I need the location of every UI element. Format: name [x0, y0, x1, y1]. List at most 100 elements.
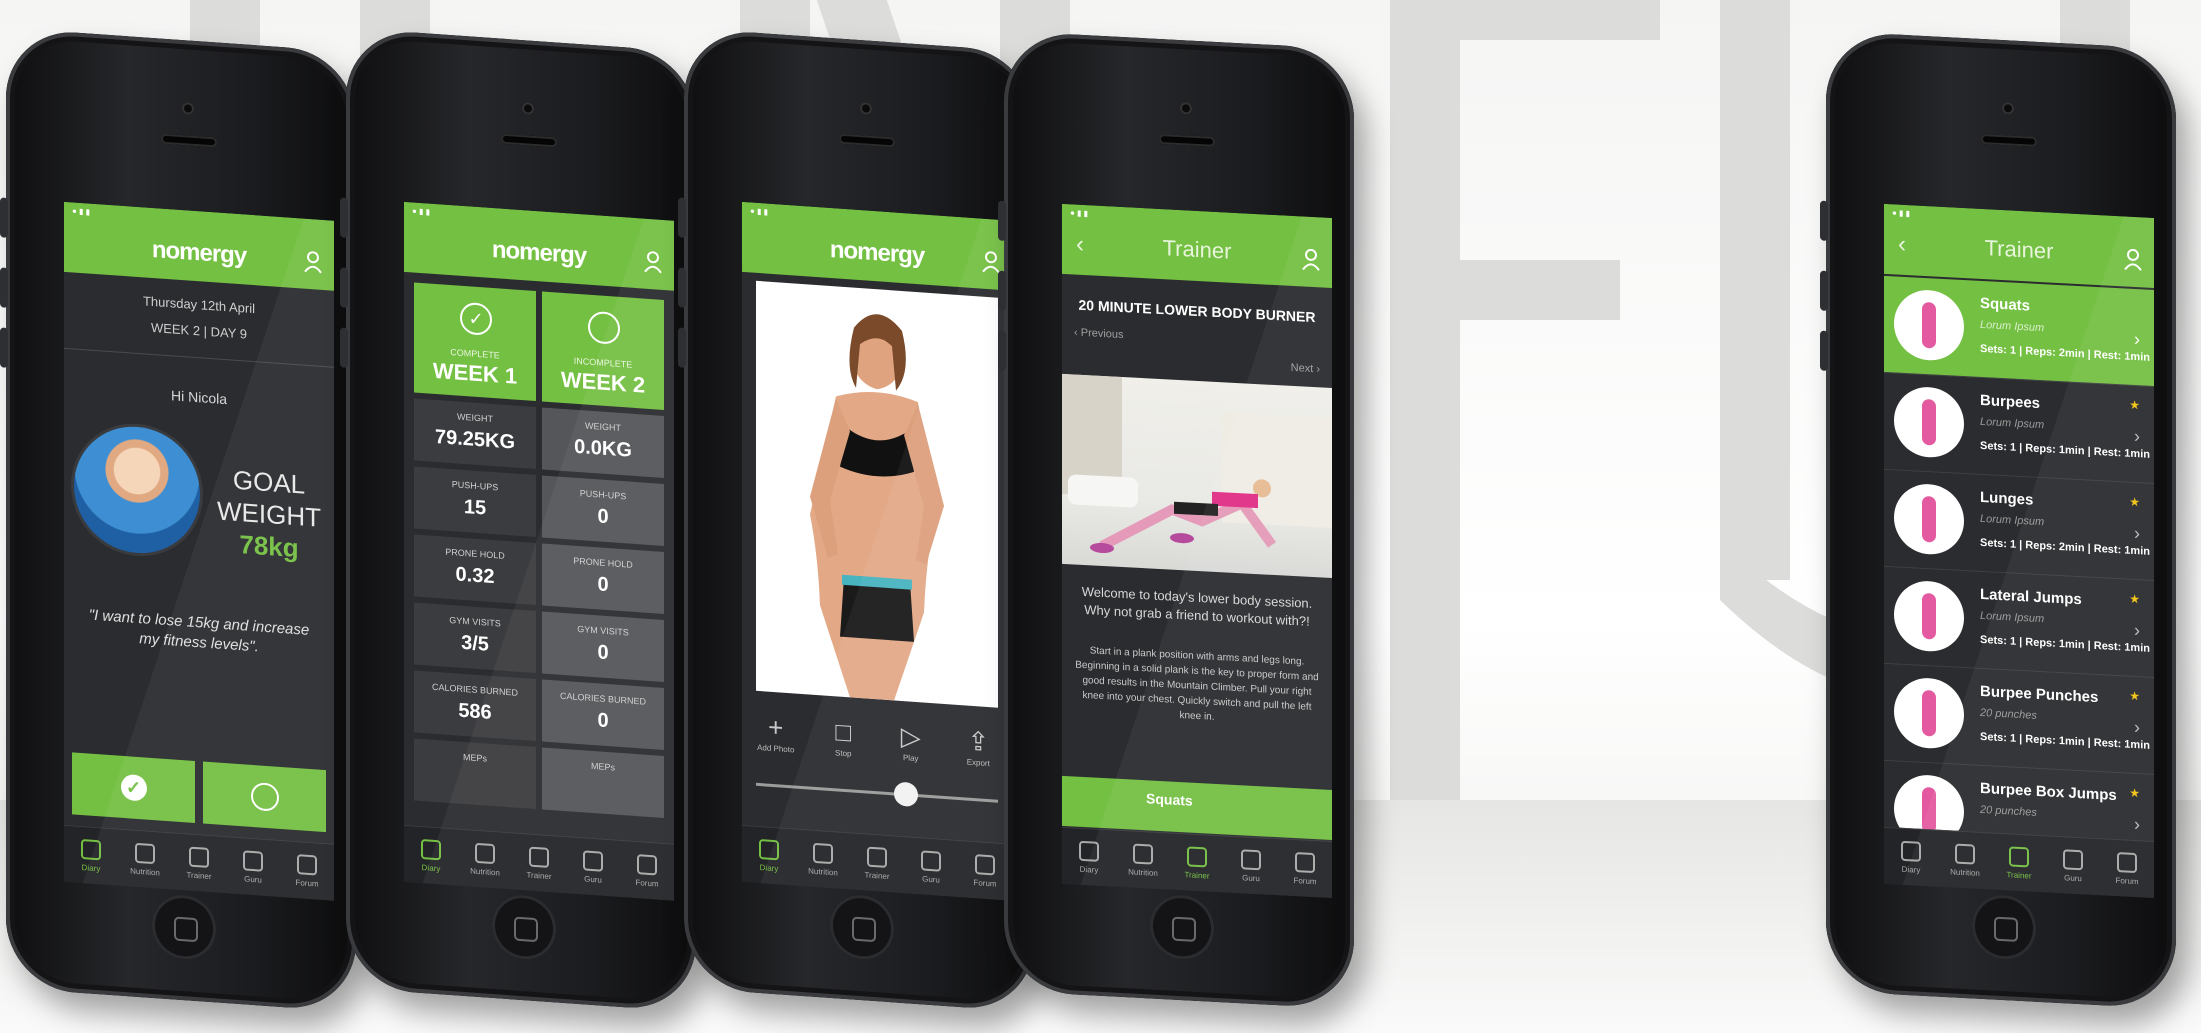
- previous-link[interactable]: ‹ Previous: [1074, 326, 1124, 341]
- stat-value: 0: [597, 709, 609, 733]
- stat-cell-week2[interactable]: MEPs: [542, 747, 664, 818]
- tool-add-photo[interactable]: + Add Photo: [746, 710, 806, 755]
- exercise-list-item[interactable]: Burpee Box Jumps 20 punches ★ ›: [1884, 760, 2154, 873]
- home-button[interactable]: [1150, 893, 1214, 961]
- stat-cell-week1[interactable]: WEIGHT 79.25KG: [414, 398, 536, 470]
- stat-label: MEPs: [590, 760, 615, 773]
- profile-icon[interactable]: [1302, 248, 1320, 271]
- home-button[interactable]: [152, 892, 216, 962]
- incomplete-button[interactable]: [203, 761, 326, 833]
- progress-photo[interactable]: [756, 280, 998, 708]
- stat-cell-week2[interactable]: PUSH-UPS 0: [542, 475, 664, 546]
- home-button[interactable]: [1972, 893, 2036, 961]
- forum-icon: [1295, 851, 1315, 873]
- tab-trainer[interactable]: Trainer: [852, 845, 902, 881]
- exercise-list-item[interactable]: Burpee Punches 20 punches Sets: 1 | Reps: …: [1884, 663, 2154, 776]
- stop-icon: □: [835, 716, 852, 748]
- front-camera: [860, 102, 872, 115]
- star-icon[interactable]: ★: [2129, 495, 2140, 510]
- exercise-list-item[interactable]: Squats Lorum Ipsum Sets: 1 | Reps: 2min | …: [1884, 275, 2154, 388]
- star-icon[interactable]: ★: [2129, 689, 2140, 704]
- exercise-thumbnail: [1894, 288, 1964, 363]
- exercise-list: Squats Lorum Ipsum Sets: 1 | Reps: 2min | …: [1884, 275, 2154, 873]
- stat-value: 0.32: [455, 563, 495, 589]
- stat-cell-week2[interactable]: WEIGHT 0.0KG: [542, 407, 664, 478]
- exercise-list-item[interactable]: Lateral Jumps Lorum Ipsum Sets: 1 | Reps: …: [1884, 566, 2154, 679]
- tab-guru[interactable]: Guru: [1226, 848, 1276, 884]
- complete-button[interactable]: ✓: [72, 752, 195, 823]
- tool-export[interactable]: ⇪ Export: [948, 724, 1008, 769]
- tab-forum[interactable]: Forum: [282, 853, 332, 889]
- tab-bar: Diary Nutrition Trainer Guru Forum: [404, 824, 674, 901]
- home-button[interactable]: [492, 892, 556, 962]
- tab-diary[interactable]: Diary: [1886, 839, 1936, 875]
- week-card-2[interactable]: INCOMPLETE WEEK 2: [542, 291, 664, 410]
- profile-icon[interactable]: [982, 251, 1000, 274]
- trainer-icon: [1187, 845, 1207, 867]
- star-icon[interactable]: ★: [2129, 786, 2140, 801]
- tab-nutrition[interactable]: Nutrition: [1118, 842, 1168, 878]
- forum-icon: [2117, 851, 2137, 873]
- star-icon[interactable]: ★: [2129, 398, 2140, 413]
- stat-label: PRONE HOLD: [445, 546, 505, 561]
- user-avatar[interactable]: [74, 422, 200, 558]
- tab-nutrition[interactable]: Nutrition: [1940, 842, 1990, 878]
- tab-nutrition[interactable]: Nutrition: [120, 841, 170, 877]
- tab-label: Nutrition: [130, 865, 160, 878]
- exercise-image[interactable]: [1062, 373, 1332, 579]
- tab-guru[interactable]: Guru: [2048, 848, 2098, 884]
- exercise-list-item[interactable]: Burpees Lorum Ipsum Sets: 1 | Reps: 1min |…: [1884, 372, 2154, 485]
- stat-cell-week2[interactable]: CALORIES BURNED 0: [542, 679, 664, 750]
- tab-guru[interactable]: Guru: [568, 849, 618, 885]
- exercise-list-item[interactable]: Squats: [1062, 775, 1332, 841]
- exercise-subtitle: Lorum Ipsum: [1980, 512, 2045, 529]
- goal-weight: GOAL WEIGHT 78kg: [214, 462, 324, 566]
- timeline-slider[interactable]: [756, 781, 998, 808]
- tab-guru[interactable]: Guru: [906, 849, 956, 885]
- exercise-name: Burpee Punches: [1980, 682, 2099, 707]
- stat-cell-week2[interactable]: GYM VISITS 0: [542, 611, 664, 682]
- stat-cell-week1[interactable]: MEPs: [414, 738, 536, 810]
- slider-knob[interactable]: [894, 781, 919, 808]
- goal-weight-value: 78kg: [239, 529, 299, 564]
- tab-guru[interactable]: Guru: [228, 849, 278, 885]
- tab-diary[interactable]: Diary: [1064, 839, 1114, 875]
- tab-label: Diary: [1079, 864, 1099, 875]
- home-button[interactable]: [830, 892, 894, 962]
- stat-value: 15: [463, 496, 487, 520]
- stat-cell-week1[interactable]: GYM VISITS 3/5: [414, 602, 536, 674]
- app-header: ● ▮ ▮ nomergy: [404, 201, 674, 291]
- profile-icon[interactable]: [644, 251, 662, 274]
- profile-icon[interactable]: [304, 251, 322, 274]
- profile-icon[interactable]: [2124, 248, 2142, 271]
- tab-diary[interactable]: Diary: [406, 837, 456, 873]
- tab-trainer[interactable]: Trainer: [1994, 845, 2044, 881]
- tool-play[interactable]: ▷ Play: [881, 720, 941, 765]
- tab-nutrition[interactable]: Nutrition: [798, 841, 848, 877]
- tab-label: Guru: [922, 873, 940, 885]
- week-card-1[interactable]: ✓ COMPLETE WEEK 1: [414, 282, 536, 402]
- screen-diary: ● ▮ ▮ nomergy Thursday 12th April WEEK 2…: [64, 201, 334, 901]
- stat-cell-week1[interactable]: PUSH-UPS 15: [414, 466, 536, 538]
- tab-nutrition[interactable]: Nutrition: [460, 841, 510, 877]
- tab-trainer[interactable]: Trainer: [514, 845, 564, 881]
- stat-cell-week1[interactable]: CALORIES BURNED 586: [414, 670, 536, 742]
- app-header: ● ▮ ▮ ‹ Trainer: [1884, 203, 2154, 289]
- tool-stop[interactable]: □ Stop: [813, 715, 873, 760]
- tab-label: Forum: [1293, 875, 1317, 886]
- tool-label: Play: [902, 753, 919, 764]
- tab-forum[interactable]: Forum: [960, 853, 1010, 889]
- exercise-list-item[interactable]: Lunges Lorum Ipsum Sets: 1 | Reps: 2min | …: [1884, 469, 2154, 582]
- tab-forum[interactable]: Forum: [2102, 851, 2152, 887]
- tab-trainer[interactable]: Trainer: [174, 845, 224, 881]
- tab-forum[interactable]: Forum: [1280, 851, 1330, 887]
- next-link[interactable]: Next ›: [1291, 362, 1320, 376]
- tab-trainer[interactable]: Trainer: [1172, 845, 1222, 881]
- tab-diary[interactable]: Diary: [744, 837, 794, 873]
- stat-cell-week1[interactable]: PRONE HOLD 0.32: [414, 534, 536, 606]
- star-icon[interactable]: ★: [2129, 592, 2140, 607]
- tab-diary[interactable]: Diary: [66, 837, 116, 873]
- earpiece: [501, 133, 557, 148]
- stat-cell-week2[interactable]: PRONE HOLD 0: [542, 543, 664, 614]
- tab-forum[interactable]: Forum: [622, 853, 672, 889]
